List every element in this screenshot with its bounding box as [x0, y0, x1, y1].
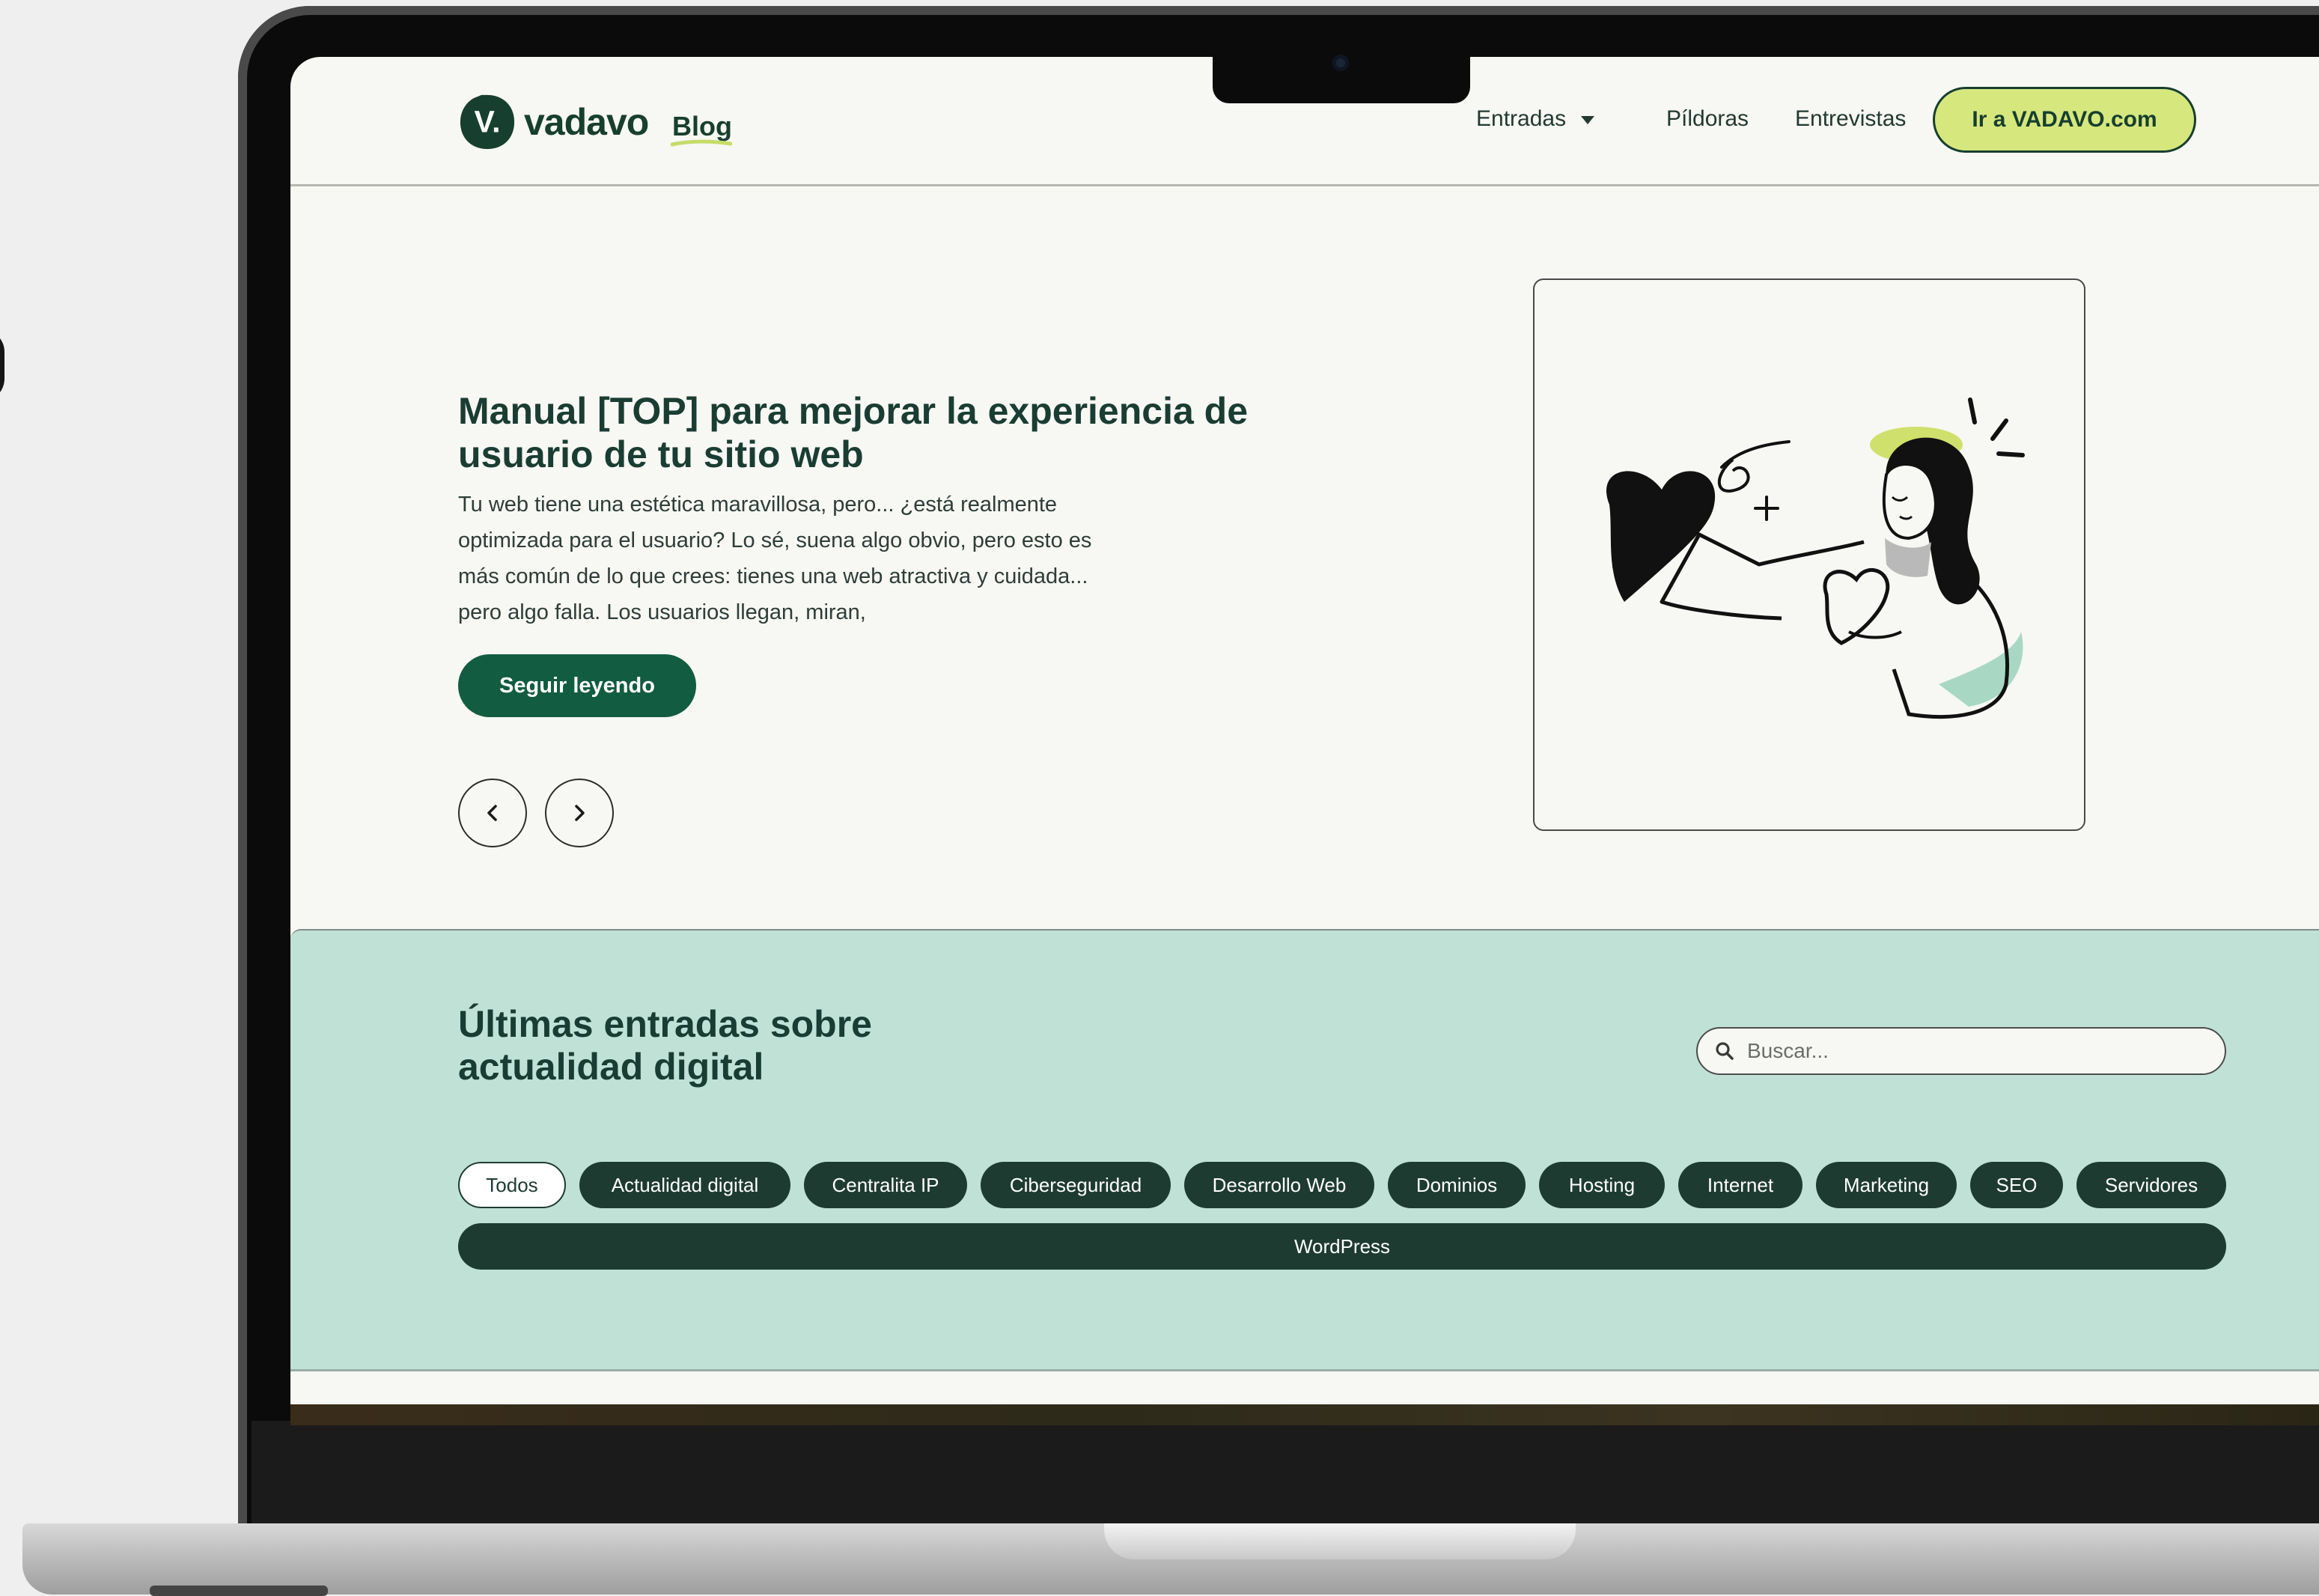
- hero-excerpt: Tu web tiene una estética maravillosa, p…: [458, 487, 1132, 630]
- nav-entradas[interactable]: Entradas: [1476, 106, 1595, 132]
- logo-blog-label[interactable]: Blog: [672, 111, 732, 142]
- category-pill-centralita-ip[interactable]: Centralita IP: [804, 1162, 967, 1208]
- category-pill-dominios[interactable]: Dominios: [1388, 1162, 1526, 1208]
- laptop-base-notch: [1104, 1523, 1576, 1559]
- svg-text:V.: V.: [475, 105, 501, 139]
- go-to-vadavo-button[interactable]: Ir a VADAVO.com: [1933, 87, 2196, 153]
- hero-excerpt-line: Tu web tiene una estética maravillosa, p…: [458, 493, 1058, 517]
- search-icon: [1716, 1042, 1734, 1060]
- search-input[interactable]: [1746, 1038, 2198, 1064]
- hero-excerpt-line: más común de lo que crees: tienes una we…: [458, 564, 1088, 588]
- slider-prev-button[interactable]: [458, 779, 527, 847]
- nav-entrevistas[interactable]: Entrevistas: [1795, 106, 1906, 132]
- browser-screen: V. vadavo Blog Entradas Píldoras Entrevi…: [290, 57, 2319, 1425]
- search-field[interactable]: [1696, 1027, 2226, 1075]
- category-pill-desarrollo-web[interactable]: Desarrollo Web: [1184, 1162, 1374, 1208]
- nav-pildoras[interactable]: Píldoras: [1666, 106, 1749, 132]
- nav-entradas-label: Entradas: [1476, 106, 1567, 131]
- category-pill-ciberseguridad[interactable]: Ciberseguridad: [981, 1162, 1171, 1208]
- category-pill-marketing[interactable]: Marketing: [1816, 1162, 1957, 1208]
- latest-posts-section: [290, 929, 2319, 1371]
- hero-title[interactable]: Manual [TOP] para mejorar la experiencia…: [458, 389, 1311, 476]
- read-more-button[interactable]: Seguir leyendo: [458, 654, 696, 717]
- blog-underline-decoration: [671, 139, 732, 147]
- category-pill-todos[interactable]: Todos: [458, 1162, 566, 1208]
- caret-down-icon: [1581, 115, 1595, 124]
- category-pill-wordpress[interactable]: WordPress: [458, 1223, 2226, 1270]
- logo-wordmark[interactable]: vadavo: [524, 100, 649, 144]
- laptop-foot: [150, 1586, 328, 1596]
- hero-excerpt-line: pero algo falla. Los usuarios llegan, mi…: [458, 600, 866, 624]
- latest-posts-title-line: Últimas entradas sobre: [458, 1003, 872, 1045]
- category-pill-internet[interactable]: Internet: [1678, 1162, 1803, 1208]
- laptop-bezel-bottom: [252, 1421, 2319, 1526]
- category-pill-actualidad-digital[interactable]: Actualidad digital: [579, 1162, 790, 1208]
- hero-image-card[interactable]: [1533, 278, 2085, 831]
- latest-posts-title: Últimas entradas sobre actualidad digita…: [458, 1003, 982, 1088]
- category-pill-hosting[interactable]: Hosting: [1539, 1162, 1665, 1208]
- woman-holding-hearts-illustration: [1606, 398, 2025, 719]
- chevron-left-icon: [487, 805, 497, 821]
- background-knob: [0, 329, 4, 401]
- vadavo-logo-icon[interactable]: V.: [458, 93, 516, 151]
- camera-notch: [1213, 45, 1470, 103]
- next-post-image-edge: [290, 1404, 2319, 1425]
- hero-excerpt-line: optimizada para el usuario? Lo sé, suena…: [458, 529, 1092, 552]
- latest-posts-title-line: actualidad digital: [458, 1046, 764, 1088]
- category-pill-servidores[interactable]: Servidores: [2076, 1162, 2226, 1208]
- chevron-right-icon: [575, 805, 585, 821]
- slider-next-button[interactable]: [545, 779, 614, 847]
- camera-icon: [1332, 55, 1349, 71]
- category-pill-seo[interactable]: SEO: [1970, 1162, 2063, 1208]
